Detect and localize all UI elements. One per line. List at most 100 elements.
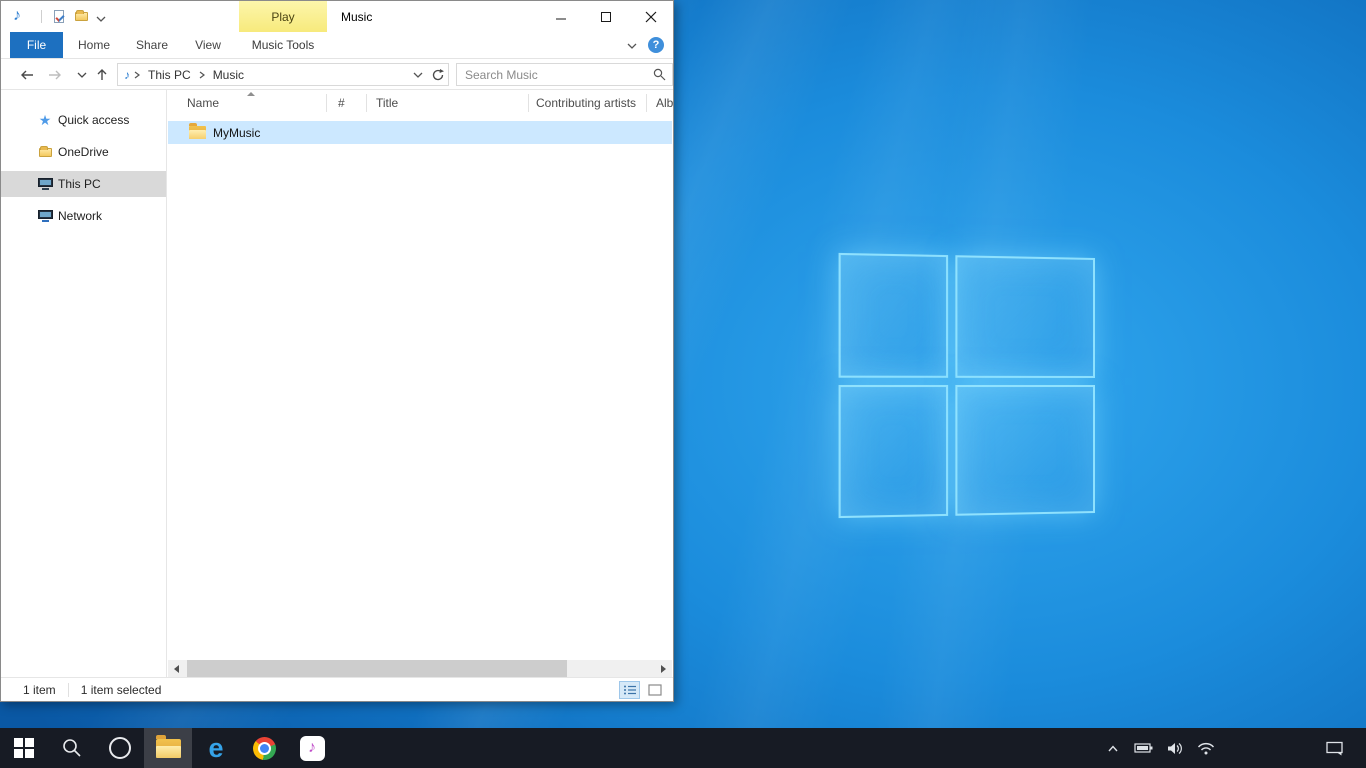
column-separator[interactable] <box>528 94 529 112</box>
maximize-button[interactable] <box>583 1 628 32</box>
system-tray <box>1101 728 1218 768</box>
large-icons-view-button[interactable] <box>644 681 665 699</box>
scroll-left-icon <box>174 665 179 673</box>
this-pc-icon <box>37 176 53 192</box>
column-header-number[interactable]: # <box>338 90 345 116</box>
recent-locations-button[interactable] <box>71 64 93 86</box>
window-title: Music <box>341 1 372 32</box>
sidebar-item-network[interactable]: Network <box>1 203 166 229</box>
details-view-button[interactable] <box>619 681 640 699</box>
breadcrumb-chevron-icon <box>132 70 142 80</box>
contextual-tab-play[interactable]: Play <box>239 1 327 32</box>
sidebar-item-this-pc[interactable]: This PC <box>1 171 166 197</box>
qat-separator <box>41 10 42 23</box>
onedrive-folder-icon <box>37 144 53 160</box>
column-headers: Name # Title Contributing artists Alb <box>168 90 673 116</box>
windows-logo-pane <box>955 385 1095 516</box>
edge-icon: e <box>208 735 223 762</box>
address-dropdown-button[interactable] <box>408 64 428 85</box>
column-separator[interactable] <box>366 94 367 112</box>
sidebar-item-quick-access[interactable]: ★ Quick access <box>1 107 166 133</box>
column-header-contributing-artists[interactable]: Contributing artists <box>536 90 636 116</box>
taskbar-edge-button[interactable]: e <box>192 728 240 768</box>
minimize-icon <box>555 11 567 23</box>
quick-access-star-icon: ★ <box>37 112 53 128</box>
file-explorer-icon <box>156 739 181 758</box>
minimize-button[interactable] <box>538 1 583 32</box>
column-separator[interactable] <box>326 94 327 112</box>
item-count: 1 item <box>23 683 56 697</box>
forward-button[interactable] <box>44 64 66 86</box>
network-wifi-button[interactable] <box>1194 728 1218 768</box>
itunes-icon: ♪ <box>300 736 325 761</box>
taskbar-itunes-button[interactable]: ♪ <box>288 728 336 768</box>
refresh-icon <box>431 68 445 82</box>
taskbar-file-explorer-button[interactable] <box>144 728 192 768</box>
show-hidden-icons-button[interactable] <box>1101 728 1125 768</box>
taskbar: e ♪ <box>0 728 1366 768</box>
network-icon <box>37 208 53 224</box>
contextual-group-music-tools[interactable]: Music Tools <box>239 32 327 58</box>
scrollbar-thumb[interactable] <box>187 660 567 677</box>
sidebar-item-onedrive[interactable]: OneDrive <box>1 139 166 165</box>
taskbar-search-button[interactable] <box>48 728 96 768</box>
new-folder-icon <box>75 12 88 21</box>
volume-button[interactable] <box>1163 728 1187 768</box>
scroll-right-icon <box>661 665 666 673</box>
column-header-title[interactable]: Title <box>376 90 398 116</box>
taskbar-chrome-button[interactable] <box>240 728 288 768</box>
ribbon-tab-row: File Home Share View Music Tools ? <box>1 32 673 59</box>
close-icon <box>645 11 657 23</box>
breadcrumb-this-pc[interactable]: This PC <box>142 64 197 85</box>
folder-icon <box>189 126 206 139</box>
close-button[interactable] <box>628 1 673 32</box>
wifi-icon <box>1197 742 1215 755</box>
help-button[interactable]: ? <box>648 37 664 53</box>
titlebar: ♪ Play Music <box>1 1 673 32</box>
address-bar[interactable]: ♪ This PC Music <box>117 63 449 86</box>
music-note-app-icon: ♪ <box>13 6 21 26</box>
new-folder-button[interactable] <box>72 8 90 25</box>
cortana-button[interactable] <box>96 728 144 768</box>
back-arrow-icon <box>19 67 35 83</box>
ribbon-expand-button[interactable] <box>625 39 639 53</box>
search-box[interactable] <box>456 63 673 86</box>
tab-home[interactable]: Home <box>71 32 117 58</box>
back-button[interactable] <box>16 64 38 86</box>
window-controls <box>538 1 673 32</box>
search-input[interactable] <box>463 67 653 83</box>
up-arrow-icon <box>94 67 110 83</box>
column-header-name[interactable]: Name <box>187 90 219 116</box>
chevron-down-icon <box>77 71 87 79</box>
column-separator[interactable] <box>646 94 647 112</box>
scroll-left-button[interactable] <box>168 660 185 677</box>
file-name: MyMusic <box>213 126 260 140</box>
breadcrumb-music[interactable]: Music <box>207 64 250 85</box>
tab-file[interactable]: File <box>10 32 63 58</box>
properties-button[interactable] <box>50 8 68 25</box>
action-center-icon <box>1326 741 1343 756</box>
breadcrumb-chevron-icon <box>197 70 207 80</box>
refresh-button[interactable] <box>428 64 448 85</box>
search-icon <box>62 738 82 758</box>
battery-button[interactable] <box>1132 728 1156 768</box>
windows-logo-wallpaper <box>839 253 1095 518</box>
file-row-mymusic[interactable]: MyMusic <box>168 121 672 144</box>
large-icons-view-icon <box>648 684 662 696</box>
cortana-icon <box>109 737 131 759</box>
sort-ascending-icon <box>247 92 255 96</box>
maximize-icon <box>600 11 612 23</box>
scroll-right-button[interactable] <box>655 660 672 677</box>
tab-view[interactable]: View <box>185 32 231 58</box>
tab-share[interactable]: Share <box>129 32 175 58</box>
up-button[interactable] <box>91 64 113 86</box>
windows-logo-pane <box>955 255 1095 378</box>
action-center-button[interactable] <box>1314 728 1354 768</box>
status-bar: 1 item 1 item selected <box>1 677 673 701</box>
sidebar-item-label: This PC <box>58 177 101 191</box>
file-list-area: Name # Title Contributing artists Alb My… <box>168 90 673 677</box>
qat-customize-button[interactable] <box>92 10 110 27</box>
column-header-album[interactable]: Alb <box>656 90 673 116</box>
start-button[interactable] <box>0 728 48 768</box>
horizontal-scrollbar[interactable] <box>168 660 672 677</box>
